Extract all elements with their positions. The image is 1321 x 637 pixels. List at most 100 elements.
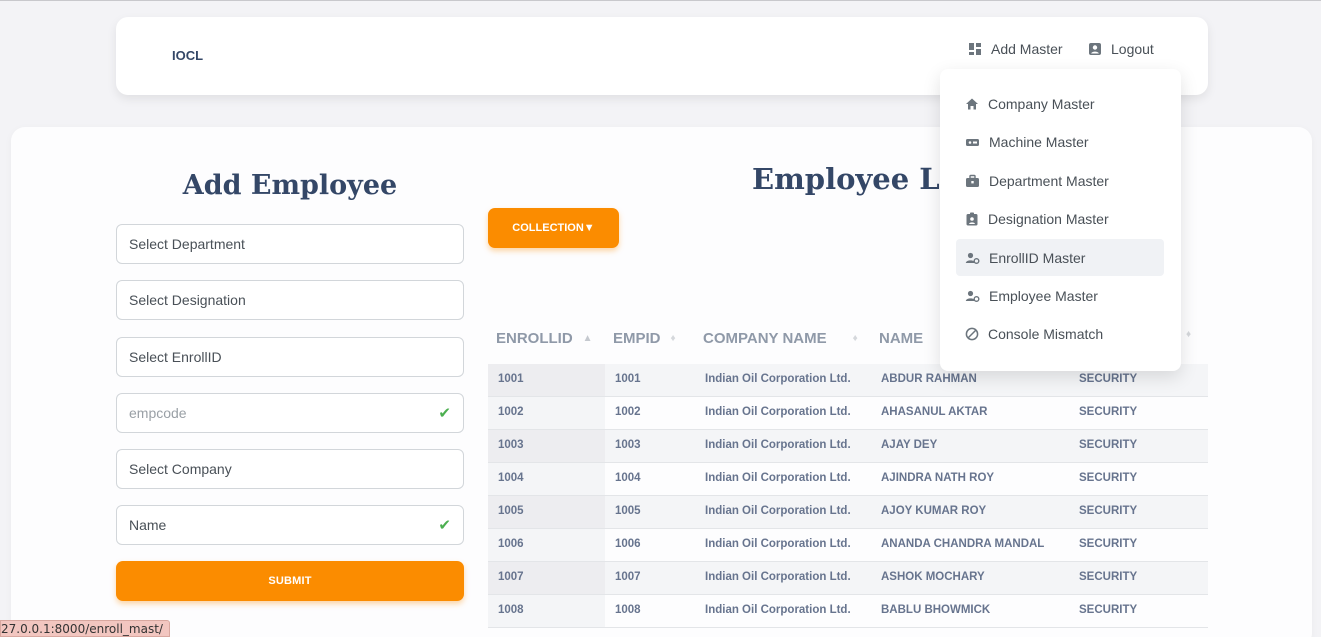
column-header-label: ENROLLID (496, 330, 573, 347)
cell-designation: SECURITY (1079, 505, 1138, 517)
cell-empid: 1006 (615, 538, 641, 550)
dropdown-item-label: Machine Master (989, 133, 1089, 150)
check-icon: ✔ (438, 405, 451, 422)
cell-empid: 1001 (615, 373, 641, 385)
dropdown-item-label: Company Master (988, 95, 1095, 112)
sort-icon: ♦ (1186, 329, 1192, 340)
logout-link[interactable]: Logout (1088, 39, 1154, 59)
logout-label: Logout (1111, 41, 1154, 57)
cell-enrollid: 1002 (498, 406, 524, 418)
column-header-empid[interactable]: EMPID ♦ (613, 330, 676, 347)
brand-logo-text[interactable]: IOCL (172, 48, 203, 63)
dropdown-item-label: Designation Master (988, 210, 1109, 227)
cell-name: ABDUR RAHMAN (881, 373, 977, 385)
cell-company-name: Indian Oil Corporation Ltd. (705, 538, 851, 550)
empcode-placeholder: empcode (129, 405, 187, 421)
sort-icon: ♦ (670, 332, 676, 344)
cell-enrollid: 1003 (498, 439, 524, 451)
table-row[interactable]: 1006 1006 Indian Oil Corporation Ltd. ANAND… (488, 529, 1208, 562)
cell-name: AHASANUL AKTAR (881, 406, 988, 418)
cell-name: AJAY DEY (881, 439, 938, 451)
company-select-value: Select Company (129, 461, 232, 477)
window-top-border (0, 0, 1321, 1)
column-header-label: COMPANY NAME (703, 330, 827, 347)
cell-name: BABLU BHOWMICK (881, 604, 991, 616)
cell-empid: 1002 (615, 406, 641, 418)
cell-designation: SECURITY (1079, 604, 1138, 616)
table-row[interactable]: 1004 1004 Indian Oil Corporation Ltd. AJIND… (488, 463, 1208, 496)
cell-enrollid: 1004 (498, 472, 524, 484)
cell-company-name: Indian Oil Corporation Ltd. (705, 439, 851, 451)
cell-name: ANANDA CHANDRA MANDAL (881, 538, 1045, 550)
cell-enrollid: 1005 (498, 505, 524, 517)
department-select[interactable]: Select Department (116, 224, 464, 264)
dropdown-item-employee-master[interactable]: Employee Master (956, 277, 1164, 314)
cell-company-name: Indian Oil Corporation Ltd. (705, 406, 851, 418)
enrollid-select[interactable]: Select EnrollID (116, 337, 464, 377)
briefcase-icon (966, 174, 979, 187)
column-header-label: EMPID (613, 330, 661, 347)
empcode-input[interactable]: empcode ✔ (116, 393, 464, 433)
dropdown-item-company-master[interactable]: Company Master (956, 85, 1164, 122)
table-row[interactable]: 1003 1003 Indian Oil Corporation Ltd. AJAY … (488, 430, 1208, 463)
dropdown-item-label: EnrollID Master (989, 249, 1086, 266)
column-header-name[interactable]: NAME (879, 330, 923, 347)
dropdown-item-machine-master[interactable]: Machine Master (956, 123, 1164, 160)
check-icon: ✔ (438, 517, 451, 534)
department-select-value: Select Department (129, 236, 245, 252)
table-row[interactable]: 1008 1008 Indian Oil Corporation Ltd. BABLU… (488, 595, 1208, 628)
cell-empid: 1004 (615, 472, 641, 484)
cell-designation: SECURITY (1079, 472, 1138, 484)
cell-designation: SECURITY (1079, 373, 1138, 385)
dropdown-item-label: Console Mismatch (988, 325, 1104, 342)
cell-name: AJOY KUMAR ROY (881, 505, 987, 517)
column-header-enrollid[interactable]: ENROLLID ▲ (496, 330, 593, 347)
cell-empid: 1008 (615, 604, 641, 616)
dashboard-icon (969, 43, 981, 55)
name-input[interactable]: Name ✔ (116, 505, 464, 545)
cell-company-name: Indian Oil Corporation Ltd. (705, 472, 851, 484)
designation-select[interactable]: Select Designation (116, 280, 464, 320)
company-select[interactable]: Select Company (116, 449, 464, 489)
dropdown-item-label: Employee Master (989, 287, 1098, 304)
dropdown-item-label: Department Master (989, 172, 1109, 189)
dropdown-item-designation-master[interactable]: Designation Master (956, 200, 1164, 237)
enrollid-select-value: Select EnrollID (129, 349, 222, 365)
cell-name: ASHOK MOCHARY (881, 571, 985, 583)
dropdown-item-console-mismatch[interactable]: Console Mismatch (956, 315, 1164, 352)
cell-designation: SECURITY (1079, 571, 1138, 583)
column-header-label: NAME (879, 330, 924, 347)
account-box-icon (1089, 43, 1101, 55)
name-placeholder: Name (129, 517, 167, 533)
add-employee-title: Add Employee (182, 170, 398, 201)
cell-enrollid: 1007 (498, 571, 524, 583)
table-row[interactable]: 1002 1002 Indian Oil Corporation Ltd. AHASA… (488, 397, 1208, 430)
dropdown-item-department-master[interactable]: Department Master (956, 162, 1164, 199)
cell-name: AJINDRA NATH ROY (881, 472, 995, 484)
table-row[interactable]: 1007 1007 Indian Oil Corporation Ltd. ASHOK… (488, 562, 1208, 595)
cell-designation: SECURITY (1079, 538, 1138, 550)
cell-designation: SECURITY (1079, 406, 1138, 418)
designation-select-value: Select Designation (129, 292, 246, 308)
cell-enrollid: 1008 (498, 604, 524, 616)
add-master-dropdown: Company Master Machine Master Department… (940, 69, 1181, 371)
dropdown-item-enrollid-master[interactable]: EnrollID Master (956, 239, 1164, 276)
add-master-menu[interactable]: Add Master (968, 39, 1063, 59)
cell-company-name: Indian Oil Corporation Ltd. (705, 571, 851, 583)
table-row[interactable]: 1005 1005 Indian Oil Corporation Ltd. AJOY … (488, 496, 1208, 529)
cell-empid: 1007 (615, 571, 641, 583)
add-master-label: Add Master (991, 41, 1063, 57)
submit-button[interactable]: SUBMIT (116, 561, 464, 601)
collection-dropdown-button[interactable]: COLLECTION▼ (488, 208, 619, 248)
employee-table-body: 1001 1001 Indian Oil Corporation Ltd. ABDUR… (488, 364, 1208, 628)
cell-company-name: Indian Oil Corporation Ltd. (705, 505, 851, 517)
user-gear-icon (965, 290, 980, 302)
machine-icon (966, 138, 979, 146)
cell-empid: 1003 (615, 439, 641, 451)
cell-designation: SECURITY (1079, 439, 1138, 451)
home-icon (966, 98, 978, 109)
block-icon (965, 327, 979, 340)
cell-empid: 1005 (615, 505, 641, 517)
cell-company-name: Indian Oil Corporation Ltd. (705, 604, 851, 616)
column-header-company[interactable]: COMPANY NAME ♦ (703, 330, 858, 347)
